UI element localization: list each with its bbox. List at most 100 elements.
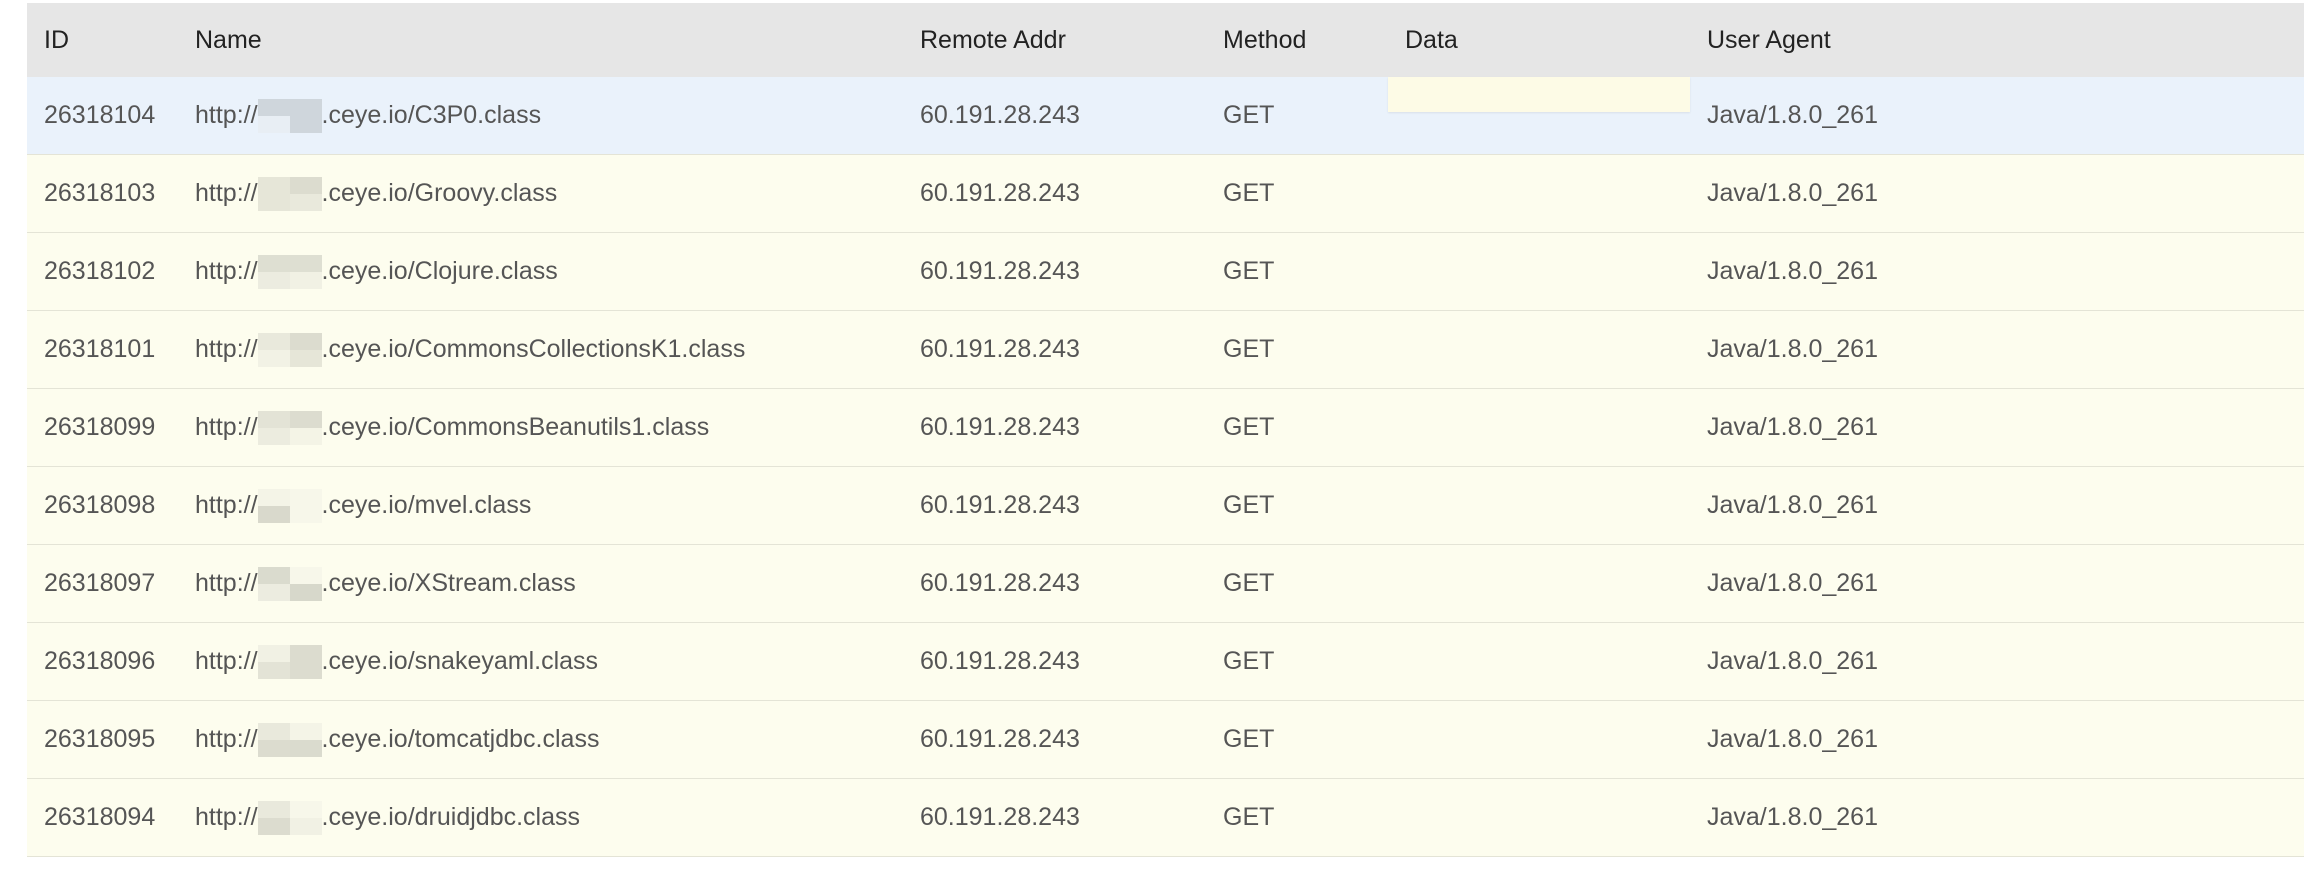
- cell-user-agent: Java/1.8.0_261: [1707, 491, 1878, 519]
- table-body: 26318104 60.191.28.243 GET Java/1.8.0_261 ht…: [27, 77, 2304, 857]
- table-row[interactable]: 26318104 60.191.28.243 GET Java/1.8.0_261 ht…: [27, 77, 2304, 155]
- cell-name: http:// .ceye.io/snakeyaml.class: [195, 623, 598, 700]
- cell-id: 26318098: [44, 491, 156, 519]
- name-url-suffix: .ceye.io/Groovy.class: [321, 179, 558, 207]
- cell-method: GET: [1223, 803, 1275, 831]
- dns-http-log-table: ID Name Remote Addr Method Data User Age…: [27, 3, 2304, 857]
- cell-remote-addr: 60.191.28.243: [920, 803, 1080, 831]
- cell-user-agent: Java/1.8.0_261: [1707, 413, 1878, 441]
- name-url-prefix: http://: [195, 803, 258, 831]
- name-url-prefix: http://: [195, 413, 258, 441]
- name-url-suffix: .ceye.io/Clojure.class: [321, 257, 558, 285]
- cell-remote-addr: 60.191.28.243: [920, 725, 1080, 753]
- cell-remote-addr: 60.191.28.243: [920, 257, 1080, 285]
- cell-name: http:// .ceye.io/Groovy.class: [195, 155, 557, 232]
- name-url-prefix: http://: [195, 647, 258, 675]
- cell-name: http:// .ceye.io/CommonsCollectionsK1.cla…: [195, 311, 745, 388]
- cell-remote-addr: 60.191.28.243: [920, 647, 1080, 675]
- table-row[interactable]: 26318099 60.191.28.243 GET Java/1.8.0_261 ht…: [27, 389, 2304, 467]
- cell-method: GET: [1223, 335, 1275, 363]
- table-row[interactable]: 26318096 60.191.28.243 GET Java/1.8.0_261 ht…: [27, 623, 2304, 701]
- table-header: ID Name Remote Addr Method Data User Age…: [27, 3, 2304, 77]
- cell-method: GET: [1223, 413, 1275, 441]
- redacted-subdomain-mosaic: [257, 410, 322, 445]
- cell-name: http:// .ceye.io/CommonsBeanutils1.class: [195, 389, 709, 466]
- cell-id: 26318099: [44, 413, 156, 441]
- table-row[interactable]: 26318101 60.191.28.243 GET Java/1.8.0_261 ht…: [27, 311, 2304, 389]
- redacted-subdomain-mosaic: [257, 644, 322, 679]
- name-url-prefix: http://: [195, 725, 258, 753]
- column-header-id[interactable]: ID: [44, 3, 69, 77]
- cell-method: GET: [1223, 257, 1275, 285]
- cell-method: GET: [1223, 647, 1275, 675]
- table-row[interactable]: 26318098 60.191.28.243 GET Java/1.8.0_261 ht…: [27, 467, 2304, 545]
- cell-user-agent: Java/1.8.0_261: [1707, 179, 1878, 207]
- table-row[interactable]: 26318102 60.191.28.243 GET Java/1.8.0_261 ht…: [27, 233, 2304, 311]
- cell-method: GET: [1223, 101, 1275, 129]
- name-url-prefix: http://: [195, 179, 258, 207]
- redacted-subdomain-mosaic: [257, 488, 322, 523]
- redacted-subdomain-mosaic: [257, 332, 322, 367]
- column-header-user-agent[interactable]: User Agent: [1707, 3, 1831, 77]
- redacted-subdomain-mosaic: [257, 98, 322, 133]
- cell-name: http:// .ceye.io/C3P0.class: [195, 77, 541, 154]
- redacted-subdomain-mosaic: [257, 722, 322, 757]
- cell-remote-addr: 60.191.28.243: [920, 179, 1080, 207]
- table-row[interactable]: 26318094 60.191.28.243 GET Java/1.8.0_261 ht…: [27, 779, 2304, 857]
- cell-method: GET: [1223, 569, 1275, 597]
- column-header-method[interactable]: Method: [1223, 3, 1306, 77]
- table-row[interactable]: 26318095 60.191.28.243 GET Java/1.8.0_261 ht…: [27, 701, 2304, 779]
- cell-remote-addr: 60.191.28.243: [920, 335, 1080, 363]
- cell-name: http:// .ceye.io/Clojure.class: [195, 233, 558, 310]
- cell-remote-addr: 60.191.28.243: [920, 413, 1080, 441]
- name-url-suffix: .ceye.io/mvel.class: [321, 491, 532, 519]
- name-url-prefix: http://: [195, 257, 258, 285]
- cell-user-agent: Java/1.8.0_261: [1707, 257, 1878, 285]
- name-url-suffix: .ceye.io/CommonsCollectionsK1.class: [321, 335, 746, 363]
- cell-method: GET: [1223, 179, 1275, 207]
- cell-id: 26318103: [44, 179, 156, 207]
- cell-name: http:// .ceye.io/tomcatjdbc.class: [195, 701, 599, 778]
- cell-remote-addr: 60.191.28.243: [920, 491, 1080, 519]
- name-url-suffix: .ceye.io/CommonsBeanutils1.class: [321, 413, 710, 441]
- table-row[interactable]: 26318097 60.191.28.243 GET Java/1.8.0_261 ht…: [27, 545, 2304, 623]
- cell-user-agent: Java/1.8.0_261: [1707, 803, 1878, 831]
- cell-id: 26318096: [44, 647, 156, 675]
- name-url-prefix: http://: [195, 101, 258, 129]
- cell-remote-addr: 60.191.28.243: [920, 101, 1080, 129]
- cell-user-agent: Java/1.8.0_261: [1707, 725, 1878, 753]
- cell-method: GET: [1223, 491, 1275, 519]
- redacted-subdomain-mosaic: [257, 254, 322, 289]
- cell-user-agent: Java/1.8.0_261: [1707, 335, 1878, 363]
- cell-name: http:// .ceye.io/druidjdbc.class: [195, 779, 580, 856]
- table-row[interactable]: 26318103 60.191.28.243 GET Java/1.8.0_261 ht…: [27, 155, 2304, 233]
- cell-user-agent: Java/1.8.0_261: [1707, 647, 1878, 675]
- cell-id: 26318102: [44, 257, 156, 285]
- cell-id: 26318094: [44, 803, 156, 831]
- redacted-subdomain-mosaic: [257, 566, 322, 601]
- cell-id: 26318095: [44, 725, 156, 753]
- cell-user-agent: Java/1.8.0_261: [1707, 101, 1878, 129]
- column-header-data[interactable]: Data: [1405, 3, 1458, 77]
- name-url-suffix: .ceye.io/XStream.class: [321, 569, 576, 597]
- cell-id: 26318097: [44, 569, 156, 597]
- name-url-suffix: .ceye.io/tomcatjdbc.class: [321, 725, 600, 753]
- name-url-suffix: .ceye.io/snakeyaml.class: [321, 647, 599, 675]
- column-header-remote-addr[interactable]: Remote Addr: [920, 3, 1066, 77]
- cell-remote-addr: 60.191.28.243: [920, 569, 1080, 597]
- name-url-prefix: http://: [195, 569, 258, 597]
- cell-user-agent: Java/1.8.0_261: [1707, 569, 1878, 597]
- name-url-suffix: .ceye.io/druidjdbc.class: [321, 803, 581, 831]
- cell-id: 26318101: [44, 335, 156, 363]
- cell-name: http:// .ceye.io/XStream.class: [195, 545, 576, 622]
- cell-name: http:// .ceye.io/mvel.class: [195, 467, 531, 544]
- cell-method: GET: [1223, 725, 1275, 753]
- redacted-subdomain-mosaic: [257, 176, 322, 211]
- data-cell-tooltip: [1388, 77, 1690, 112]
- name-url-suffix: .ceye.io/C3P0.class: [321, 101, 542, 129]
- redacted-subdomain-mosaic: [257, 800, 322, 835]
- column-header-name[interactable]: Name: [195, 3, 262, 77]
- name-url-prefix: http://: [195, 335, 258, 363]
- name-url-prefix: http://: [195, 491, 258, 519]
- cell-id: 26318104: [44, 101, 156, 129]
